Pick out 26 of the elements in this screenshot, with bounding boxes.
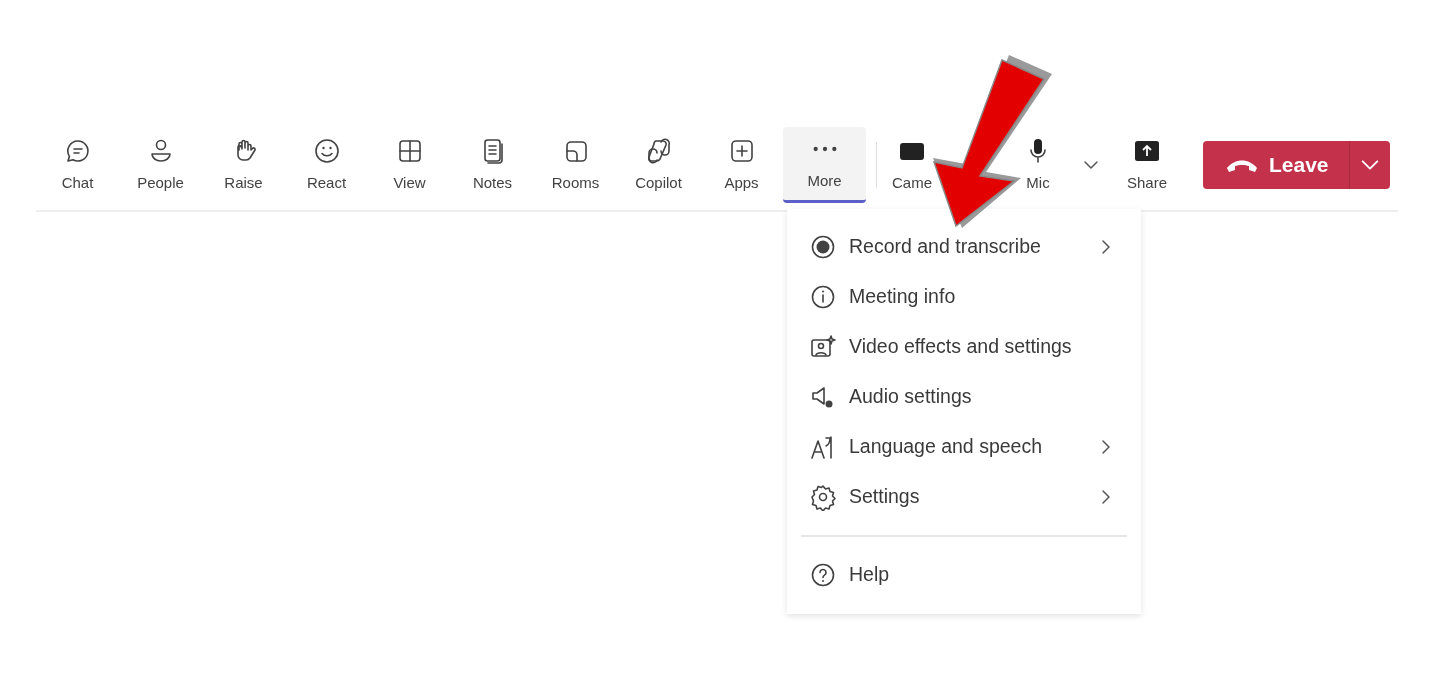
- toolbar-button[interactable]: Raise: [202, 127, 285, 203]
- menu-item[interactable]: Record and transcribe: [787, 222, 1141, 272]
- toolbar-button[interactable]: More: [783, 127, 866, 203]
- record-icon: [809, 233, 837, 261]
- toolbar-button[interactable]: Mic: [1005, 127, 1071, 203]
- toolbar-button[interactable]: Apps: [700, 127, 783, 203]
- help-icon: [809, 561, 837, 589]
- menu-item[interactable]: Audio settings: [787, 372, 1141, 422]
- toolbar-button[interactable]: Notes: [451, 127, 534, 203]
- toolbar-button[interactable]: React: [285, 127, 368, 203]
- toolbar-button[interactable]: People: [119, 127, 202, 203]
- info-icon: [809, 283, 837, 311]
- menu-item[interactable]: Language and speech: [787, 422, 1141, 472]
- leave-button[interactable]: Leave: [1203, 141, 1350, 189]
- toolbar-button[interactable]: Copilot: [617, 127, 700, 203]
- toolbar-button[interactable]: View: [368, 127, 451, 203]
- toolbar-button[interactable]: Share: [1111, 127, 1183, 203]
- menu-item[interactable]: Video effects and settings: [787, 322, 1141, 372]
- toolbar-button[interactable]: Came: [889, 127, 935, 203]
- more-icon: [812, 146, 837, 153]
- toolbar-button[interactable]: Rooms: [534, 127, 617, 203]
- menu-item[interactable]: Help: [787, 550, 1141, 600]
- menu-item[interactable]: Meeting info: [787, 272, 1141, 322]
- settings-icon: [809, 483, 837, 511]
- menu-item[interactable]: Settings: [787, 472, 1141, 522]
- toolbar-button[interactable]: Chat: [36, 127, 119, 203]
